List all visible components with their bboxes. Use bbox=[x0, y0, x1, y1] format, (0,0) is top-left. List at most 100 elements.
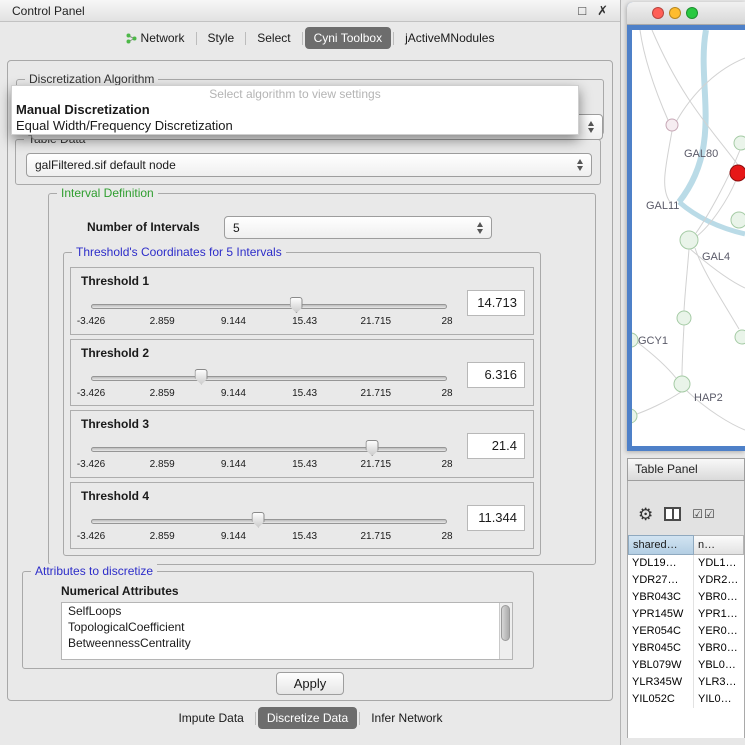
apply-button[interactable]: Apply bbox=[276, 672, 344, 695]
tab-jactivemnodules[interactable]: jActiveMNodules bbox=[396, 27, 503, 49]
slider-handle[interactable] bbox=[195, 369, 208, 385]
settings-gear-icon[interactable]: ⚙ bbox=[638, 506, 653, 523]
table-row[interactable]: YDL19…YDL1… bbox=[628, 555, 744, 572]
network-node[interactable] bbox=[680, 231, 698, 249]
minimize-button[interactable] bbox=[669, 7, 681, 19]
network-edge[interactable] bbox=[676, 58, 745, 122]
network-canvas[interactable]: GAL80GAL11GAL4GCY1HAP2 bbox=[632, 30, 745, 446]
slider-handle[interactable] bbox=[366, 440, 379, 456]
table-row[interactable]: YLR345WYLR3… bbox=[628, 674, 744, 691]
tick-label: 2.859 bbox=[150, 459, 175, 470]
tab-cyni-toolbox[interactable]: Cyni Toolbox bbox=[305, 27, 391, 49]
tab-discretize-data[interactable]: Discretize Data bbox=[258, 707, 357, 729]
threshold-slider[interactable] bbox=[91, 439, 447, 457]
tick-label: 21.715 bbox=[361, 459, 392, 470]
slider-ticks: -3.4262.8599.14415.4321.71528 bbox=[91, 531, 447, 543]
restore-icon[interactable]: □ bbox=[578, 4, 586, 17]
table-row[interactable]: YIL052CYIL0… bbox=[628, 691, 744, 708]
table-row[interactable]: YER054CYER0… bbox=[628, 623, 744, 640]
slider-ticks: -3.4262.8599.14415.4321.71528 bbox=[91, 459, 447, 471]
attributes-items: SelfLoopsTopologicalCoefficientBetweenne… bbox=[62, 603, 512, 651]
table-row[interactable]: YBR045CYBR0… bbox=[628, 640, 744, 657]
tab-impute-data[interactable]: Impute Data bbox=[169, 707, 252, 729]
table-data-combobox[interactable]: galFiltered.sif default node bbox=[26, 153, 592, 177]
table-row[interactable]: YBR043CYBR0… bbox=[628, 589, 744, 606]
scrollbar-thumb[interactable] bbox=[501, 605, 510, 641]
attributes-scrollbar[interactable] bbox=[499, 603, 512, 659]
interval-group-label: Interval Definition bbox=[57, 186, 158, 200]
threshold-panel-2: Threshold 2-3.4262.8599.14415.4321.71528… bbox=[70, 339, 534, 407]
threshold-value-field[interactable]: 6.316 bbox=[467, 362, 525, 388]
zoom-button[interactable] bbox=[686, 7, 698, 19]
table-row[interactable]: YDR27…YDR2… bbox=[628, 572, 744, 589]
table-cell: YBL079W bbox=[628, 657, 694, 674]
algorithm-group-label: Discretization Algorithm bbox=[25, 72, 158, 86]
network-edge[interactable] bbox=[652, 30, 738, 165]
attribute-item-betweennesscentrality[interactable]: BetweennessCentrality bbox=[62, 635, 512, 651]
tab-select[interactable]: Select bbox=[248, 27, 299, 49]
tick-label: 21.715 bbox=[361, 316, 392, 327]
tick-label: 2.859 bbox=[150, 388, 175, 399]
tab-label: Network bbox=[141, 31, 185, 45]
table-row[interactable]: YPR145WYPR1… bbox=[628, 606, 744, 623]
network-icon bbox=[126, 33, 137, 44]
threshold-value-field[interactable]: 21.4 bbox=[467, 433, 525, 459]
column-header-shared[interactable]: shared… bbox=[628, 535, 694, 555]
threshold-slider[interactable] bbox=[91, 296, 447, 314]
network-edge[interactable] bbox=[640, 30, 668, 120]
column-header-n[interactable]: n… bbox=[694, 535, 744, 555]
network-edge[interactable] bbox=[679, 30, 706, 202]
network-edge[interactable] bbox=[684, 249, 689, 311]
network-node[interactable] bbox=[731, 212, 745, 228]
table-cell: YBL0… bbox=[694, 657, 744, 674]
tab-network[interactable]: Network bbox=[117, 27, 194, 49]
network-node[interactable] bbox=[632, 409, 637, 423]
tick-label: 9.144 bbox=[221, 459, 246, 470]
network-node[interactable] bbox=[730, 165, 745, 181]
network-edge[interactable] bbox=[682, 325, 684, 376]
dropdown-option-manual-discretization[interactable]: Manual Discretization bbox=[12, 102, 578, 118]
network-node[interactable] bbox=[677, 311, 691, 325]
table-row[interactable]: YBL079WYBL0… bbox=[628, 657, 744, 674]
select-rows-icon[interactable]: ☑☑ bbox=[692, 507, 716, 521]
tab-style[interactable]: Style bbox=[199, 27, 244, 49]
slider-handle[interactable] bbox=[290, 297, 303, 313]
dropdown-option-equal-width-frequency-discretization[interactable]: Equal Width/Frequency Discretization bbox=[12, 118, 578, 134]
network-node[interactable] bbox=[735, 330, 745, 344]
tick-label: 15.43 bbox=[292, 531, 317, 542]
network-node-label: GCY1 bbox=[638, 335, 668, 347]
combo-arrows-icon bbox=[572, 159, 588, 171]
slider-ticks: -3.4262.8599.14415.4321.71528 bbox=[91, 388, 447, 400]
close-button[interactable] bbox=[652, 7, 664, 19]
tab-label: Cyni Toolbox bbox=[314, 31, 382, 45]
attributes-group-label: Attributes to discretize bbox=[31, 564, 157, 578]
tick-label: 21.715 bbox=[361, 388, 392, 399]
threshold-label: Threshold 4 bbox=[81, 489, 149, 503]
network-node[interactable] bbox=[666, 119, 678, 131]
window-title: Control Panel bbox=[12, 4, 85, 18]
threshold-value-field[interactable]: 11.344 bbox=[467, 505, 525, 531]
network-node[interactable] bbox=[674, 376, 690, 392]
network-node[interactable] bbox=[734, 136, 745, 150]
combo-arrows-icon bbox=[583, 121, 599, 133]
threshold-value-field[interactable]: 14.713 bbox=[467, 290, 525, 316]
tab-infer-network[interactable]: Infer Network bbox=[362, 707, 451, 729]
slider-handle[interactable] bbox=[252, 512, 265, 528]
close-icon[interactable]: ✗ bbox=[597, 4, 608, 17]
tick-label: 9.144 bbox=[221, 316, 246, 327]
threshold-slider[interactable] bbox=[91, 511, 447, 529]
tick-label: 15.43 bbox=[292, 316, 317, 327]
attribute-item-topologicalcoefficient[interactable]: TopologicalCoefficient bbox=[62, 619, 512, 635]
table-data-combobox-value: galFiltered.sif default node bbox=[27, 158, 572, 172]
network-view-window: GAL80GAL11GAL4GCY1HAP2 bbox=[627, 2, 745, 451]
threshold-panel-1: Threshold 1-3.4262.8599.14415.4321.71528… bbox=[70, 267, 534, 335]
number-of-intervals-combobox[interactable]: 5 bbox=[224, 216, 492, 239]
network-edge[interactable] bbox=[637, 342, 676, 378]
network-window-titlebar bbox=[627, 2, 745, 25]
network-edge[interactable] bbox=[634, 392, 681, 415]
threshold-slider[interactable] bbox=[91, 368, 447, 386]
tab-separator bbox=[255, 712, 256, 725]
column-chooser-icon[interactable] bbox=[664, 507, 681, 521]
attribute-item-selfloops[interactable]: SelfLoops bbox=[62, 603, 512, 619]
network-edge[interactable] bbox=[665, 131, 672, 202]
